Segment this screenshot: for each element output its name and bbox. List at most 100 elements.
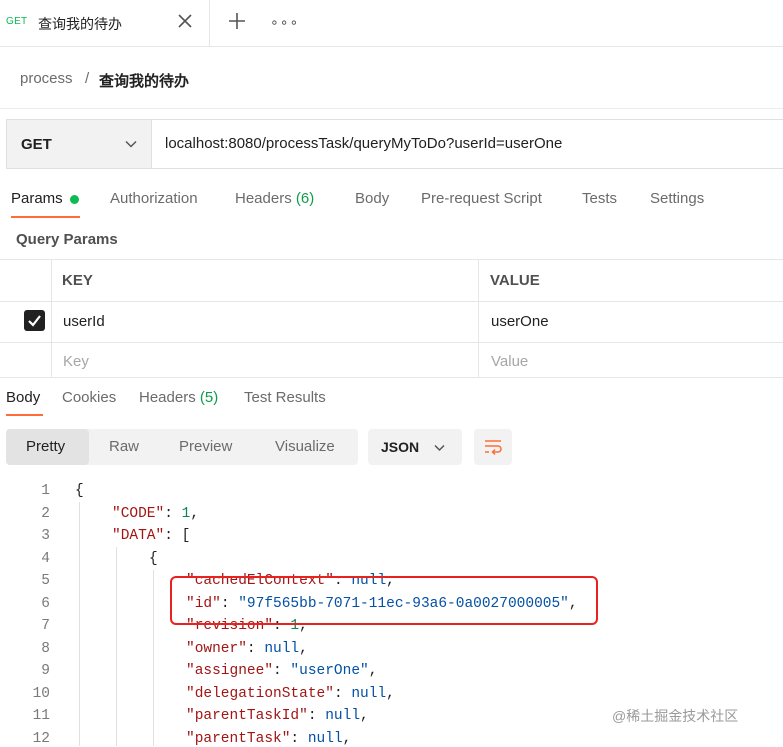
code-line: { xyxy=(75,483,84,499)
tab-prerequest-script[interactable]: Pre-request Script xyxy=(421,190,542,207)
code-token: : xyxy=(307,708,326,724)
key-column-header: KEY xyxy=(62,272,93,289)
line-number: 5 xyxy=(41,573,50,589)
language-select[interactable]: JSON xyxy=(368,429,462,465)
table-column-divider xyxy=(478,259,479,377)
code-token: : [ xyxy=(164,528,191,544)
view-raw-button[interactable]: Raw xyxy=(109,438,139,455)
line-number: 9 xyxy=(41,663,50,679)
code-token: null xyxy=(351,685,387,702)
tab-tests[interactable]: Tests xyxy=(582,190,617,207)
code-token: , xyxy=(342,730,352,747)
line-number: 12 xyxy=(32,730,50,747)
code-line: "assignee": "userOne", xyxy=(186,663,377,679)
code-line: "CODE": 1, xyxy=(112,506,199,522)
line-number: 4 xyxy=(41,550,50,567)
code-line: "DATA": [ xyxy=(112,528,190,544)
query-params-title: Query Params xyxy=(16,231,118,248)
new-key-input[interactable]: Key xyxy=(63,353,89,370)
response-tab-cookies[interactable]: Cookies xyxy=(62,389,116,406)
view-pretty-button[interactable]: Pretty xyxy=(6,429,89,465)
view-preview-button[interactable]: Preview xyxy=(179,438,232,455)
language-label: JSON xyxy=(381,439,420,455)
more-options-icon[interactable]: ∘∘∘ xyxy=(270,14,299,31)
table-border xyxy=(0,377,783,378)
indent-guide xyxy=(79,502,80,746)
table-border xyxy=(0,301,783,302)
wrap-lines-icon xyxy=(485,440,502,456)
active-tab-underline xyxy=(11,216,80,218)
response-tab-test-results[interactable]: Test Results xyxy=(244,389,326,406)
table-column-divider xyxy=(51,259,52,377)
chevron-down-icon xyxy=(434,444,445,452)
code-token: "parentTaskId" xyxy=(186,708,308,724)
code-token: : xyxy=(164,505,182,522)
code-line: { xyxy=(149,551,158,567)
code-token: null xyxy=(325,708,361,724)
url-bar: GET localhost:8080/processTask/queryMyTo… xyxy=(6,119,783,169)
watermark: @稀土掘金技术社区 xyxy=(612,708,739,724)
code-token: "parentTask" xyxy=(186,730,291,747)
line-number: 11 xyxy=(32,708,50,724)
method-select[interactable]: GET xyxy=(7,120,152,168)
code-token: , xyxy=(386,685,395,702)
line-number: 8 xyxy=(41,640,50,657)
response-tab-headers[interactable]: Headers (5) xyxy=(139,389,218,406)
view-pretty-label: Pretty xyxy=(26,438,66,455)
code-token: : xyxy=(246,640,265,657)
code-token: "delegationState" xyxy=(186,685,334,702)
code-token: : xyxy=(333,685,352,702)
request-tab[interactable]: GET 查询我的待办 xyxy=(0,0,210,46)
breadcrumb-request-name[interactable]: 查询我的待办 xyxy=(99,70,189,91)
tab-headers[interactable]: Headers (6) xyxy=(235,190,314,207)
tab-body[interactable]: Body xyxy=(355,190,389,207)
code-token: "assignee" xyxy=(186,663,274,679)
tab-title: 查询我的待办 xyxy=(38,16,122,32)
tab-authorization[interactable]: Authorization xyxy=(110,190,198,207)
code-token: , xyxy=(299,640,308,657)
code-token: , xyxy=(190,505,200,522)
indent-guide xyxy=(153,570,154,746)
tab-headers-label: Headers xyxy=(235,190,292,207)
code-token: , xyxy=(360,708,369,724)
tab-params[interactable]: Params xyxy=(11,190,63,207)
code-token: { xyxy=(75,483,84,499)
highlight-annotation-box xyxy=(170,576,598,625)
param-key-cell[interactable]: userId xyxy=(63,313,105,330)
url-input[interactable]: localhost:8080/processTask/queryMyToDo?u… xyxy=(165,135,562,152)
code-token: { xyxy=(149,550,158,567)
close-icon[interactable] xyxy=(176,12,194,30)
query-params-table: KEY VALUE userId userOne Key Value xyxy=(0,259,783,378)
param-enabled-checkbox[interactable] xyxy=(24,310,45,331)
code-token: , xyxy=(368,663,378,679)
code-line: "parentTaskId": null, xyxy=(186,708,369,724)
param-value-cell[interactable]: userOne xyxy=(491,313,549,330)
code-line: "owner": null, xyxy=(186,641,308,657)
indent-guide xyxy=(116,547,117,746)
tab-bar: GET 查询我的待办 ∘∘∘ xyxy=(0,0,783,47)
line-number: 10 xyxy=(32,685,50,702)
chevron-down-icon xyxy=(125,140,137,148)
new-value-input[interactable]: Value xyxy=(491,353,528,370)
wrap-lines-button[interactable] xyxy=(474,429,512,465)
code-token: null xyxy=(264,640,300,657)
method-label: GET xyxy=(21,136,52,153)
view-mode-group: Pretty Raw Preview Visualize xyxy=(6,429,358,465)
view-visualize-button[interactable]: Visualize xyxy=(275,438,335,455)
code-token: "DATA" xyxy=(112,528,165,544)
response-headers-count: (5) xyxy=(199,389,219,406)
code-token: "userOne" xyxy=(290,663,369,679)
divider xyxy=(0,108,783,109)
line-number: 1 xyxy=(41,483,50,499)
tab-settings[interactable]: Settings xyxy=(650,190,704,207)
params-active-dot xyxy=(70,195,79,204)
breadcrumb-collection[interactable]: process xyxy=(20,70,73,87)
active-tab-underline xyxy=(6,414,43,416)
table-border xyxy=(0,342,783,343)
response-tab-body[interactable]: Body xyxy=(6,389,40,406)
table-border xyxy=(0,259,783,260)
response-headers-label: Headers xyxy=(139,389,196,406)
line-number: 7 xyxy=(41,618,50,634)
plus-icon[interactable] xyxy=(226,10,248,32)
code-line: "delegationState": null, xyxy=(186,686,395,702)
